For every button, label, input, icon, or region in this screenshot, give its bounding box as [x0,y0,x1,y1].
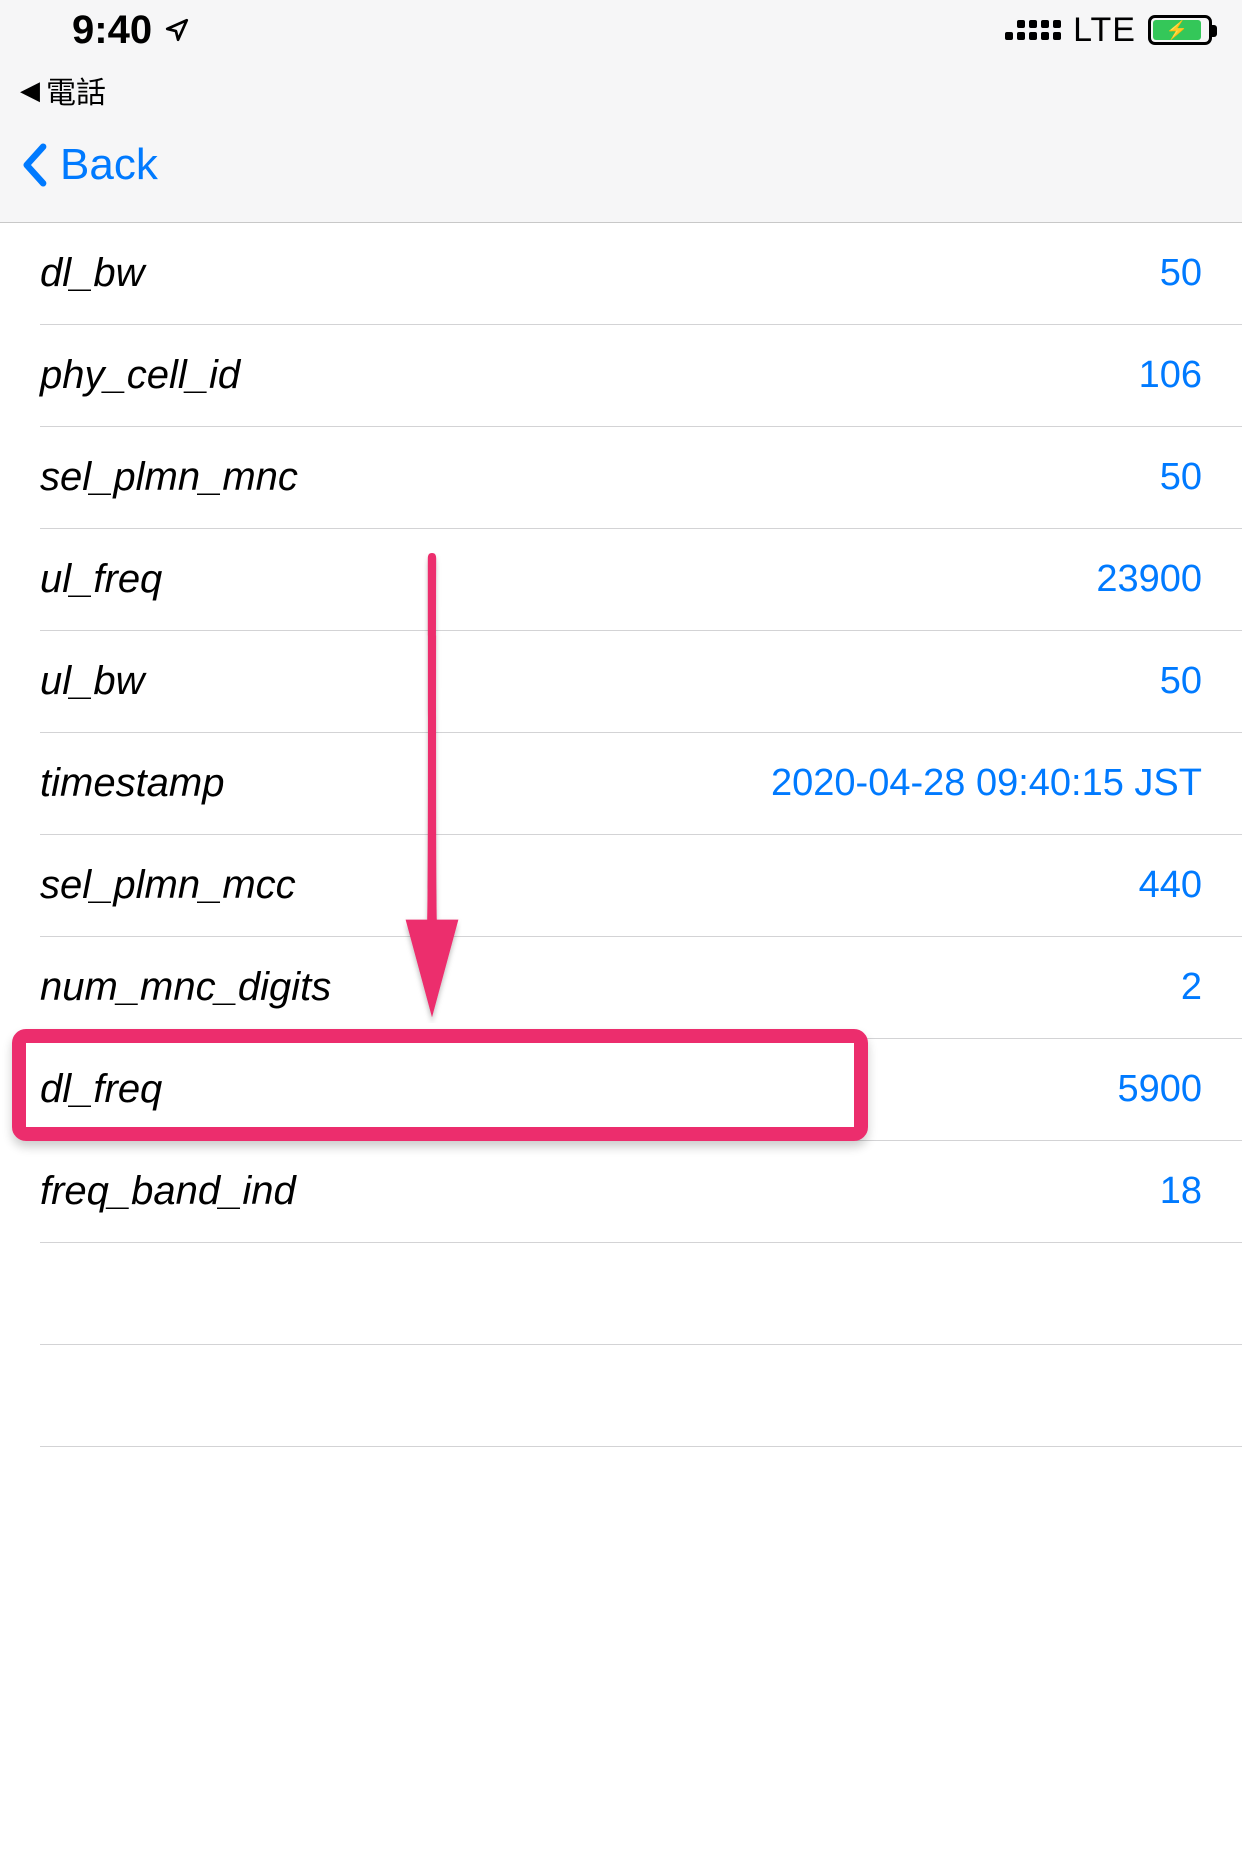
charging-bolt-icon: ⚡ [1166,20,1188,41]
list-row-highlighted[interactable]: freq_band_ind 18 [40,1141,1242,1243]
row-value: 50 [1160,660,1202,703]
data-list[interactable]: dl_bw 50 phy_cell_id 106 sel_plmn_mnc 50… [0,223,1242,1447]
list-row[interactable]: sel_plmn_mcc 440 [40,835,1242,937]
nav-bar: Back [0,120,1242,223]
row-label: phy_cell_id [40,353,240,398]
row-label: dl_freq [40,1067,162,1112]
row-value: 50 [1160,456,1202,499]
list-row[interactable]: dl_bw 50 [40,223,1242,325]
row-label: timestamp [40,761,225,806]
list-row[interactable]: timestamp 2020-04-28 09:40:15 JST [40,733,1242,835]
chevron-left-icon [20,143,48,187]
row-label: sel_plmn_mcc [40,863,296,908]
list-row[interactable]: ul_freq 23900 [40,529,1242,631]
back-button[interactable]: Back [20,140,158,190]
row-value: 440 [1139,864,1202,907]
row-label: num_mnc_digits [40,965,331,1010]
breadcrumb-label: 電話 [46,68,106,112]
row-label: sel_plmn_mnc [40,455,298,500]
back-label: Back [60,140,158,190]
list-row[interactable]: num_mnc_digits 2 [40,937,1242,1039]
list-row[interactable]: sel_plmn_mnc 50 [40,427,1242,529]
row-value: 23900 [1096,558,1202,601]
status-bar: 9:40 LTE ⚡ [0,0,1242,60]
row-label: ul_bw [40,659,145,704]
row-value: 50 [1160,252,1202,295]
row-value: 2020-04-28 09:40:15 JST [771,762,1202,805]
row-value: 106 [1139,354,1202,397]
row-value: 5900 [1117,1068,1202,1111]
row-value: 18 [1160,1170,1202,1213]
list-row[interactable]: ul_bw 50 [40,631,1242,733]
row-value: 2 [1181,966,1202,1009]
breadcrumb-bar: ◀ 電話 [0,60,1242,120]
list-row[interactable]: phy_cell_id 106 [40,325,1242,427]
breadcrumb-return[interactable]: ◀ 電話 [20,68,106,112]
location-icon [164,17,190,43]
status-time: 9:40 [72,8,152,53]
row-label: freq_band_ind [40,1169,296,1214]
list-row[interactable]: dl_freq 5900 [40,1039,1242,1141]
list-row-empty: .. [40,1243,1242,1345]
status-left: 9:40 [72,8,190,53]
row-label: dl_bw [40,251,145,296]
row-label: ul_freq [40,557,162,602]
list-row-empty: .. [40,1345,1242,1447]
caret-left-icon: ◀ [20,75,40,106]
status-right: LTE ⚡ [1005,11,1212,50]
signal-indicator [1005,20,1061,40]
network-type: LTE [1073,11,1136,50]
battery-icon: ⚡ [1148,15,1212,45]
